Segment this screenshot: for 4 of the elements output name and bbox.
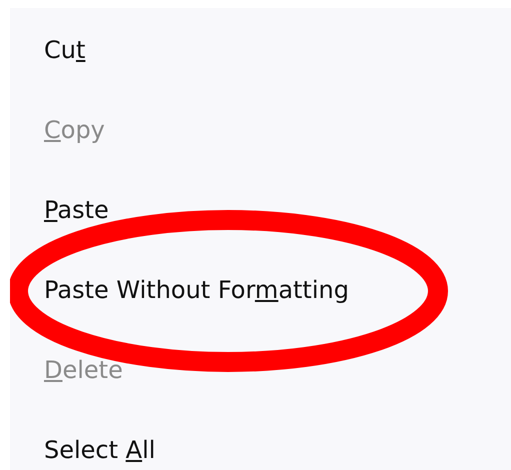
menu-item[interactable]: Cut bbox=[10, 10, 94, 90]
menu-item[interactable]: Paste Without Formatting bbox=[10, 250, 357, 330]
menu-item[interactable]: Paste bbox=[10, 170, 117, 250]
menu-item[interactable]: Select All bbox=[10, 410, 164, 470]
